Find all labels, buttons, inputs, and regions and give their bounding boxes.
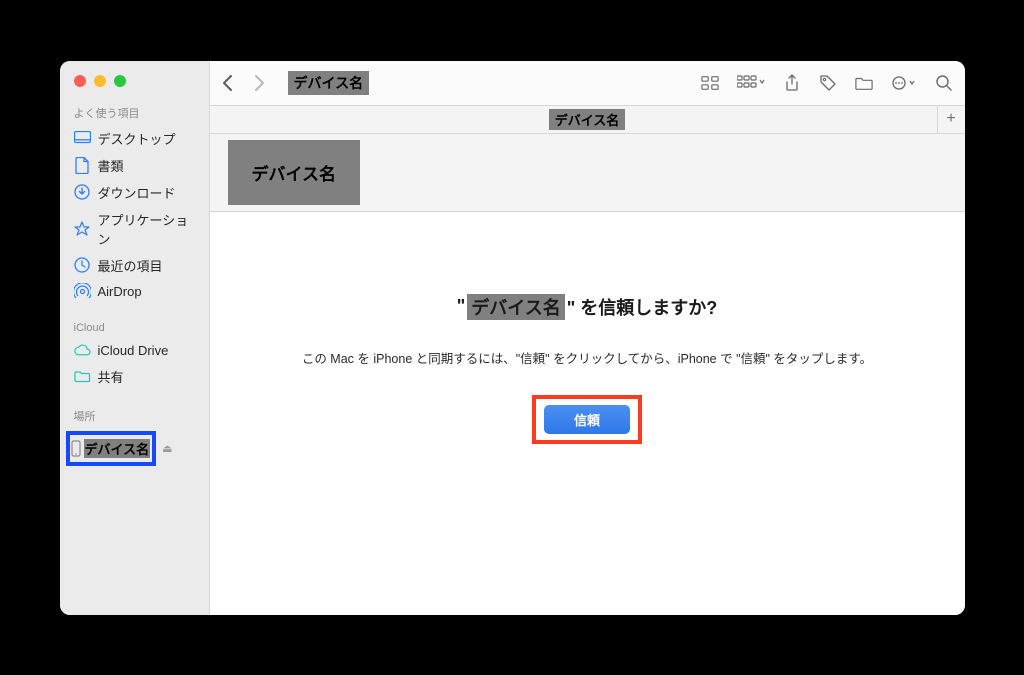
folder-icon — [74, 368, 91, 385]
minimize-button[interactable] — [94, 75, 106, 87]
fullscreen-button[interactable] — [114, 75, 126, 87]
search-icon[interactable] — [935, 74, 953, 92]
trust-device-chip: デバイス名 — [467, 294, 564, 320]
back-button[interactable] — [222, 74, 242, 92]
trust-panel: " デバイス名 " を信頼しますか? この Mac を iPhone と同期する… — [210, 212, 965, 615]
action-icon[interactable] — [891, 74, 917, 92]
trust-heading-rest: " を信頼しますか? — [567, 294, 718, 320]
trust-button[interactable]: 信頼 — [544, 405, 630, 434]
trust-heading: " デバイス名 " を信頼しますか? — [457, 294, 718, 320]
main-area: デバイス名 — [210, 61, 965, 615]
device-highlight-box: デバイス名 — [66, 431, 157, 466]
trust-button-highlight: 信頼 — [532, 395, 642, 444]
app-icon — [74, 220, 91, 237]
sidebar-item-desktop[interactable]: デスクトップ — [60, 125, 209, 152]
phone-icon — [70, 440, 82, 457]
quote-open: " — [457, 296, 466, 317]
toolbar-icons — [701, 74, 953, 92]
desktop-icon — [74, 130, 91, 147]
icloud-header: iCloud — [60, 314, 209, 338]
tab-bar: デバイス名 + — [210, 106, 965, 134]
sidebar-item-downloads[interactable]: ダウンロード — [60, 179, 209, 206]
sidebar-item-airdrop[interactable]: AirDrop — [60, 279, 209, 304]
toolbar-title-chip: デバイス名 — [288, 71, 370, 95]
sidebar-item-documents[interactable]: 書類 — [60, 152, 209, 179]
tag-icon[interactable] — [819, 74, 837, 92]
sidebar-item-icloud-drive[interactable]: iCloud Drive — [60, 338, 209, 363]
cloud-icon — [74, 342, 91, 359]
sidebar-item-device[interactable]: デバイス名 ⏏ — [60, 428, 209, 469]
favorites-header: よく使う項目 — [60, 97, 209, 125]
view-icon[interactable] — [701, 74, 719, 92]
finder-window: よく使う項目 デスクトップ 書類 ダウンロード アプリケーション — [60, 61, 965, 615]
close-button[interactable] — [74, 75, 86, 87]
sidebar-item-label: iCloud Drive — [98, 343, 169, 358]
sidebar-item-label: 書類 — [98, 156, 124, 175]
sidebar: よく使う項目 デスクトップ 書類 ダウンロード アプリケーション — [60, 61, 210, 615]
window-controls — [60, 61, 209, 97]
clock-icon — [74, 257, 91, 274]
share-icon[interactable] — [783, 74, 801, 92]
sidebar-item-shared[interactable]: 共有 — [60, 363, 209, 390]
airdrop-icon — [74, 283, 91, 300]
tab-chip[interactable]: デバイス名 — [549, 109, 626, 130]
eject-icon[interactable]: ⏏ — [162, 442, 172, 455]
header-device-chip: デバイス名 — [228, 140, 361, 205]
sidebar-item-applications[interactable]: アプリケーション — [60, 206, 209, 252]
sidebar-item-recents[interactable]: 最近の項目 — [60, 252, 209, 279]
new-tab-button[interactable]: + — [937, 105, 965, 133]
sidebar-item-label: デスクトップ — [98, 129, 176, 148]
content-header: デバイス名 — [210, 134, 965, 212]
trust-body: この Mac を iPhone と同期するには、"信頼" をクリックしてから、i… — [302, 348, 872, 367]
locations-header: 場所 — [60, 400, 209, 428]
download-icon — [74, 184, 91, 201]
sidebar-item-label: 最近の項目 — [98, 256, 163, 275]
sidebar-item-label: ダウンロード — [98, 183, 176, 202]
sidebar-item-label: 共有 — [98, 367, 124, 386]
nav-buttons — [222, 74, 274, 92]
forward-button[interactable] — [254, 74, 274, 92]
new-folder-icon[interactable] — [855, 74, 873, 92]
device-chip: デバイス名 — [84, 439, 151, 458]
sidebar-item-label: アプリケーション — [98, 210, 199, 248]
toolbar: デバイス名 — [210, 61, 965, 106]
doc-icon — [74, 157, 91, 174]
group-icon[interactable] — [737, 74, 765, 92]
sidebar-item-label: AirDrop — [98, 284, 142, 299]
